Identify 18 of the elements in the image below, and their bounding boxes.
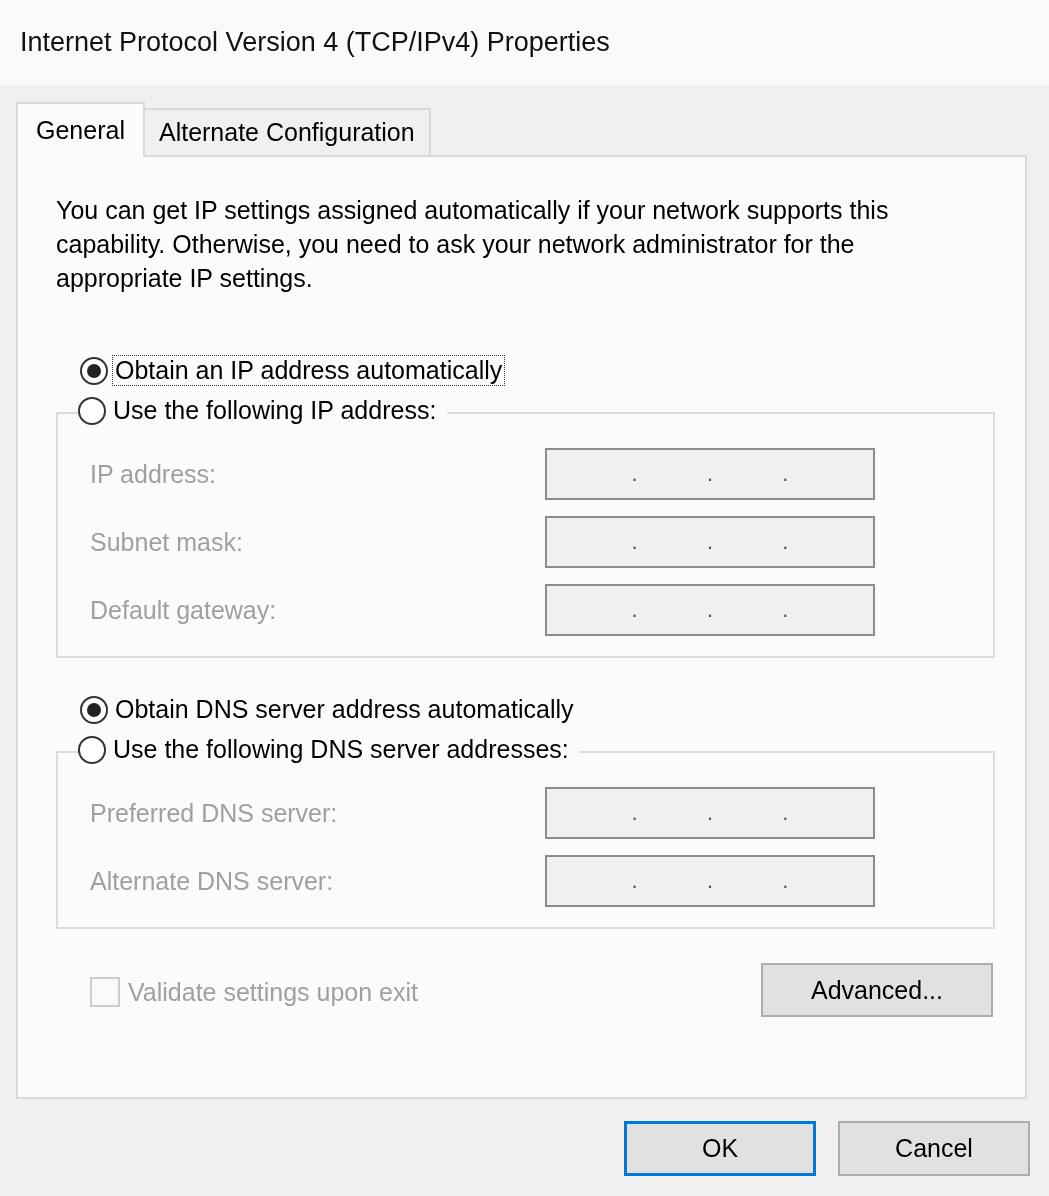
field-label: Alternate DNS server: [90, 866, 334, 896]
advanced-button[interactable]: Advanced... [761, 963, 993, 1017]
tab[interactable]: Alternate Configuration [144, 108, 431, 155]
radio-button[interactable] [78, 396, 106, 425]
tab[interactable]: General [16, 102, 145, 157]
ok-button[interactable]: OK [624, 1121, 816, 1176]
cancel-button[interactable]: Cancel [838, 1121, 1030, 1176]
field-label: Subnet mask: [90, 527, 243, 557]
field-label: Default gateway: [90, 595, 277, 625]
window-title: Internet Protocol Version 4 (TCP/IPv4) Properties [0, 0, 1049, 85]
radio-button[interactable] [80, 695, 108, 724]
radio-button[interactable] [78, 735, 106, 764]
radio-label[interactable]: Obtain an IP address automatically [112, 355, 506, 386]
field-label: IP address: [90, 459, 216, 489]
field-label: Preferred DNS server: [90, 798, 338, 828]
description-text: You can get IP settings assigned automatically if your network supports this capability. Otherwise, you need to ask your network administrator for the appropriate IP settings. [56, 195, 890, 294]
radio-button[interactable] [80, 356, 108, 385]
radio-label[interactable]: Obtain DNS server address automatically [112, 694, 577, 725]
